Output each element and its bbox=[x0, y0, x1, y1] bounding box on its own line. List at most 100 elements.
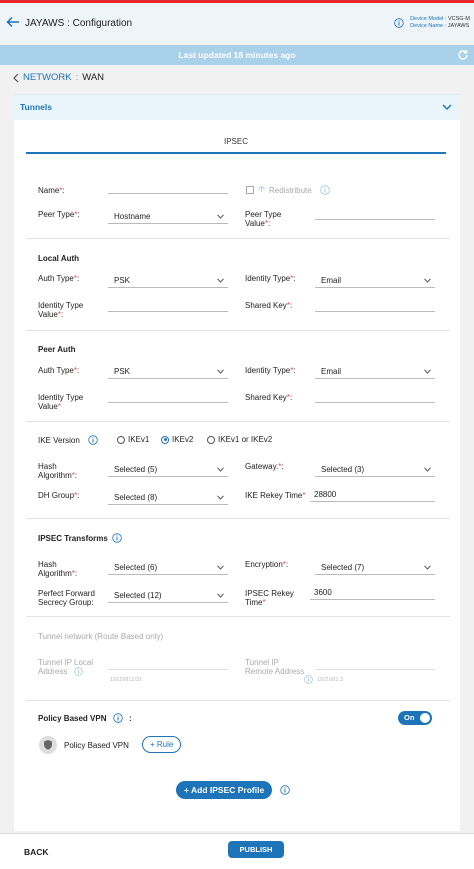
device-name-label: Device Name : bbox=[410, 23, 447, 29]
local-auth-type-select[interactable]: PSK bbox=[108, 274, 228, 288]
dh-group-select[interactable]: Selected (8) bbox=[108, 491, 228, 505]
local-identity-value-label: Identity Type Value*: bbox=[38, 301, 84, 319]
info-icon[interactable] bbox=[88, 435, 98, 445]
caret-down-icon bbox=[424, 565, 431, 570]
add-ipsec-profile-button[interactable]: + Add IPSEC Profile bbox=[176, 781, 273, 799]
peer-auth-title: Peer Auth bbox=[38, 345, 76, 354]
info-icon[interactable] bbox=[113, 713, 123, 723]
gateway-select[interactable]: Selected (3) bbox=[315, 463, 435, 477]
peer-identity-type-select[interactable]: Email bbox=[315, 365, 435, 379]
policy-toggle[interactable]: On bbox=[398, 711, 432, 725]
peer-identity-type-label: Identity Type*: bbox=[245, 366, 296, 375]
tunnel-remote-hint: 1921681.3 bbox=[317, 677, 343, 683]
divider bbox=[26, 330, 450, 331]
policy-vpn-item-label: Policy Based VPN bbox=[64, 741, 129, 750]
info-icon[interactable] bbox=[394, 18, 404, 28]
ike-rekey-input[interactable]: 28800 bbox=[310, 488, 435, 502]
peer-identity-value-input[interactable] bbox=[108, 389, 228, 403]
ipsec-transforms-title: IPSEC Transforms bbox=[38, 534, 108, 543]
ike-hash-value: Selected (5) bbox=[114, 465, 158, 474]
tunnel-local-label: Tunnel IP Local Address bbox=[38, 658, 93, 676]
ike-option-both: IKEv1 or IKEv2 bbox=[218, 435, 273, 444]
caret-down-icon bbox=[217, 565, 224, 570]
peer-identity-type-label-text: Identity Type bbox=[245, 366, 291, 375]
policy-based-vpn-title: Policy Based VPN bbox=[38, 714, 107, 723]
ipsec-rekey-input[interactable]: 3600 bbox=[310, 586, 435, 600]
info-icon[interactable] bbox=[74, 667, 83, 676]
info-icon[interactable] bbox=[280, 785, 290, 795]
tunnel-network-title: Tunnel network (Route Based only) bbox=[38, 632, 164, 641]
tunnel-local-hint: 19216812/31 bbox=[110, 677, 143, 683]
redistribute-icon bbox=[258, 186, 265, 193]
ipsec-hash-label-1: Hash bbox=[38, 560, 57, 569]
info-icon[interactable] bbox=[320, 185, 330, 195]
back-arrow-icon[interactable] bbox=[6, 15, 20, 29]
breadcrumb-network[interactable]: NETWORK bbox=[23, 72, 72, 83]
gateway-label-text: Gateway. bbox=[245, 462, 279, 471]
policy-vpn-icon bbox=[39, 736, 57, 754]
ike-radio-both[interactable]: IKEv1 or IKEv2 bbox=[207, 435, 272, 444]
caret-down-icon bbox=[424, 467, 431, 472]
encryption-value: Selected (7) bbox=[321, 563, 365, 572]
tab-ipsec[interactable]: IPSEC bbox=[26, 124, 446, 154]
dh-group-label-text: DH Group bbox=[38, 491, 75, 500]
encryption-select[interactable]: Selected (7) bbox=[315, 561, 435, 575]
redistribute-checkbox[interactable] bbox=[246, 186, 254, 194]
chevron-down-icon[interactable] bbox=[442, 103, 452, 111]
local-shared-key-label: Shared Key*: bbox=[245, 301, 293, 310]
peer-auth-type-select[interactable]: PSK bbox=[108, 365, 228, 379]
peer-auth-type-value: PSK bbox=[114, 367, 131, 376]
local-identity-value-label-2: Value bbox=[38, 310, 58, 319]
peer-type-value-input[interactable] bbox=[315, 206, 435, 220]
peer-identity-value-label-2: Value bbox=[38, 402, 58, 411]
pfs-select[interactable]: Selected (12) bbox=[108, 589, 228, 603]
tunnel-remote-input[interactable] bbox=[315, 656, 435, 670]
ipsec-hash-label: Hash Algorithm*: bbox=[38, 560, 78, 578]
peer-type-select[interactable]: Hostname bbox=[108, 210, 228, 224]
redistribute-label: Redistribute bbox=[269, 186, 312, 195]
peer-shared-key-input[interactable] bbox=[315, 389, 435, 403]
ike-rekey-label: IKE Rekey Time* bbox=[245, 491, 306, 500]
ipsec-rekey-label-1: IPSEC Rekey bbox=[245, 589, 294, 598]
ike-radio-ikev1[interactable]: IKEv1 bbox=[117, 435, 149, 444]
local-identity-type-select[interactable]: Email bbox=[315, 274, 435, 288]
dh-group-label: DH Group*: bbox=[38, 491, 80, 500]
publish-button[interactable]: PUBLISH bbox=[228, 841, 284, 858]
tunnels-header[interactable]: Tunnels bbox=[14, 94, 460, 120]
tunnel-local-input[interactable] bbox=[108, 656, 228, 670]
peer-identity-value-label: Identity Type Value* bbox=[38, 393, 84, 411]
local-shared-key-input[interactable] bbox=[315, 298, 435, 312]
local-identity-value-input[interactable] bbox=[108, 298, 228, 312]
tunnel-remote-label: Tunnel IP Remote Address bbox=[245, 658, 304, 676]
peer-type-value-label-2: Value bbox=[245, 219, 265, 228]
breadcrumb: NETWORK : WAN bbox=[12, 72, 104, 83]
ike-hash-select[interactable]: Selected (5) bbox=[108, 463, 228, 477]
name-input[interactable] bbox=[108, 180, 228, 194]
local-identity-type-label-text: Identity Type bbox=[245, 274, 291, 283]
info-icon[interactable] bbox=[304, 675, 313, 684]
shield-icon bbox=[44, 740, 52, 750]
name-label-text: Name bbox=[38, 186, 60, 195]
caret-down-icon bbox=[217, 593, 224, 598]
peer-type-value-label-1: Peer Type bbox=[245, 210, 282, 219]
back-button[interactable]: BACK bbox=[24, 847, 49, 857]
local-auth-type-label-text: Auth Type bbox=[38, 274, 74, 283]
app-header: JAYAWS : Configuration Device Model : VC… bbox=[0, 3, 474, 43]
peer-type-value: Hostname bbox=[114, 212, 151, 221]
refresh-icon[interactable] bbox=[457, 49, 469, 61]
gateway-value: Selected (3) bbox=[321, 465, 365, 474]
peer-shared-key-label-text: Shared Key bbox=[245, 393, 287, 402]
info-icon[interactable] bbox=[112, 533, 122, 543]
ipsec-hash-label-2: Algorithm bbox=[38, 569, 72, 578]
pfs-label-1: Perfect Forward bbox=[38, 589, 95, 598]
caret-down-icon bbox=[217, 214, 224, 219]
tunnel-local-label-2: Address bbox=[38, 667, 68, 676]
ipsec-hash-select[interactable]: Selected (6) bbox=[108, 561, 228, 575]
chevron-left-icon[interactable] bbox=[12, 73, 20, 83]
peer-shared-key-label: Shared Key*: bbox=[245, 393, 293, 402]
ipsec-rekey-label-2: Time bbox=[245, 598, 263, 607]
ike-radio-ikev2[interactable]: IKEv2 bbox=[161, 435, 193, 444]
tunnels-card: Tunnels IPSEC Name*: Redistribute Peer T… bbox=[14, 94, 460, 831]
local-identity-value-label-1: Identity Type bbox=[38, 301, 84, 310]
add-rule-button[interactable]: + Rule bbox=[142, 736, 182, 753]
